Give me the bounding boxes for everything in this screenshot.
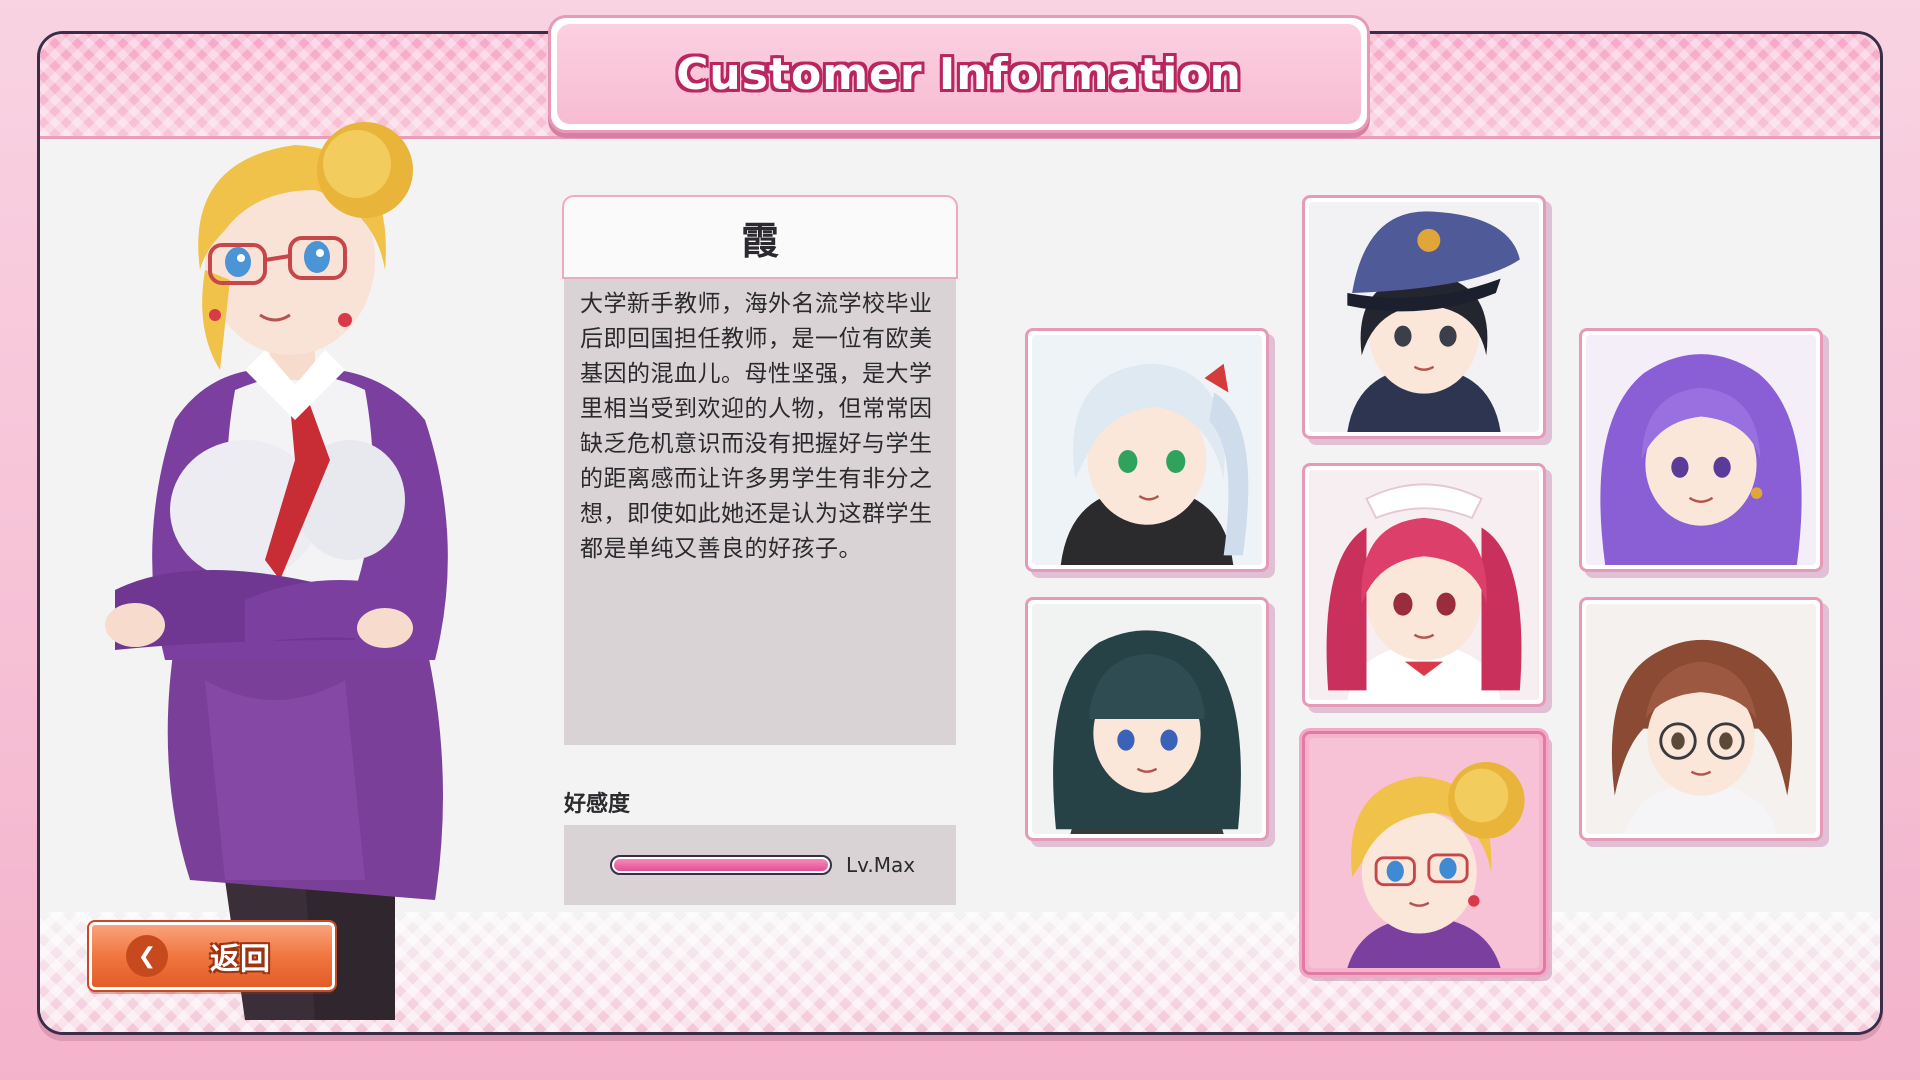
title-inner: Customer Information <box>557 24 1361 124</box>
character-illustration <box>105 122 448 1020</box>
affinity-fill <box>614 859 828 871</box>
portrait-card-purple-hair[interactable] <box>1579 328 1823 572</box>
portrait-card-brown-glasses[interactable] <box>1579 597 1823 841</box>
portrait-card-police-cap[interactable] <box>1302 195 1546 439</box>
affinity-box: Lv.Max <box>564 825 956 905</box>
portrait-police-cap <box>1309 202 1539 432</box>
description-box: 大学新手教师，海外名流学校毕业后即回国担任教师，是一位有欧美基因的混血儿。母性坚… <box>564 279 956 745</box>
back-button[interactable]: ❮ 返回 <box>87 920 337 992</box>
portrait-silver-hair <box>1032 335 1262 565</box>
portrait-purple-hair <box>1586 335 1816 565</box>
page-title: Customer Information <box>676 48 1242 100</box>
portrait-card-dark-teal[interactable] <box>1025 597 1269 841</box>
character-name: 霞 <box>740 218 779 263</box>
affinity-bar <box>610 855 832 875</box>
title-plate: Customer Information <box>548 15 1370 133</box>
portrait-maid-pink <box>1309 470 1539 700</box>
portrait-card-blonde-bun[interactable] <box>1302 731 1546 975</box>
portrait-dark-teal <box>1032 604 1262 834</box>
portrait-blonde-bun <box>1309 738 1539 968</box>
portrait-brown-glasses <box>1586 604 1816 834</box>
back-arrow-icon: ❮ <box>126 935 168 977</box>
portrait-card-maid-pink[interactable] <box>1302 463 1546 707</box>
character-name-card: 霞 <box>562 195 958 279</box>
back-button-label: 返回 <box>210 942 270 977</box>
affinity-level: Lv.Max <box>846 853 916 877</box>
character-description: 大学新手教师，海外名流学校毕业后即回国担任教师，是一位有欧美基因的混血儿。母性坚… <box>580 291 933 562</box>
affinity-label: 好感度 <box>564 792 631 817</box>
portrait-card-silver-hair[interactable] <box>1025 328 1269 572</box>
